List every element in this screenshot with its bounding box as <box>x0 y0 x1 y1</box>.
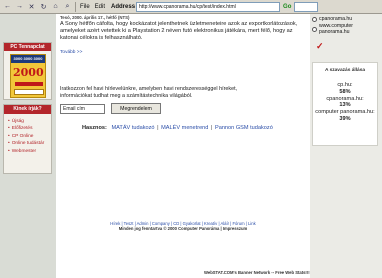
refresh-icon[interactable]: ↻ <box>38 1 49 12</box>
bullet-icon: • <box>8 141 10 147</box>
sidebar-link-list: • Újság • Előfizetés • CP Online • Online tu… <box>4 114 51 155</box>
sidebar-link-label: Webmester <box>11 148 37 154</box>
links-box: Kinek írják? • Újság • Előfizetés • CP Onli… <box>3 104 52 174</box>
link-separator: | <box>157 125 159 131</box>
cover-stripe <box>15 82 43 86</box>
copyright-text: Minden jog fenntartva © 2000 Computer Pa… <box>118 226 248 231</box>
useful-link[interactable]: Pannon GSM tudakozó <box>215 125 273 131</box>
bullet-icon: • <box>8 148 10 154</box>
radio-button[interactable] <box>312 16 317 22</box>
poll-option-label: www.computer panorama.hu <box>319 23 354 35</box>
poll-options: cpanorama.hu www.computer panorama.hu <box>312 16 378 36</box>
link-separator: | <box>210 125 213 131</box>
magazine-cover-image[interactable]: 3000 3000 3000 2000 <box>10 54 46 98</box>
forward-arrow-icon[interactable]: → <box>14 1 25 12</box>
magazine-box-title: PC Tennapclat <box>4 43 51 51</box>
newsletter-text: Iratkozzon fel havi hírlevelünkre, amely… <box>60 86 238 99</box>
back-arrow-icon[interactable]: ← <box>2 1 13 12</box>
result-label: cpanorama.hu: <box>326 95 364 102</box>
magazine-box: PC Tennapclat 3000 3000 3000 2000 <box>3 42 52 100</box>
address-label: Address <box>111 3 136 10</box>
cover-header: 3000 3000 3000 <box>11 55 45 63</box>
result-label: cp.hu: <box>337 82 353 88</box>
sidebar-link[interactable]: • Újság <box>8 118 51 125</box>
checkmark-icon: ✓ <box>316 41 324 51</box>
useful-link[interactable]: MATÁV tudakozó <box>111 125 154 131</box>
poll-option[interactable]: www.computer panorama.hu <box>312 23 378 35</box>
home-icon[interactable]: ⌂ <box>50 1 61 12</box>
article-date: Tesó, 2000. április 17., hétfő (NTS) <box>60 15 130 20</box>
sidebar-link[interactable]: • Webmester <box>8 148 51 155</box>
toolbar-divider <box>75 1 76 12</box>
poll-option-label: cpanorama.hu <box>319 16 353 22</box>
poll-results: A szavazás állása cp.hu: 58% cpanorama.h… <box>312 62 378 146</box>
links-box-title: Kinek írják? <box>4 105 51 114</box>
result-value: 58% <box>339 88 351 95</box>
right-sidebar <box>310 14 382 278</box>
sidebar-link-label: Előfizetés <box>11 126 33 132</box>
useful-link[interactable]: MALÉV menetrend <box>161 125 208 131</box>
radio-button[interactable] <box>312 26 317 32</box>
read-more-link[interactable]: Tovább >> <box>60 50 82 55</box>
sidebar-link-label: CP Online <box>11 133 34 139</box>
result-value: 39% <box>339 115 351 122</box>
email-field[interactable]: Email cím <box>60 104 105 114</box>
article-text: A Sony hétfőn cáfolta, hogy kockázatot j… <box>60 21 298 42</box>
sidebar-link[interactable]: • Online tudástár <box>8 140 51 147</box>
sidebar-link[interactable]: • CP Online <box>8 133 51 140</box>
bullet-icon: • <box>8 126 10 132</box>
useful-label: Hasznos: <box>82 125 107 131</box>
edit-menu[interactable]: Edit <box>93 4 107 10</box>
poll-option[interactable]: cpanorama.hu <box>312 16 378 22</box>
result-label: computer panorama.hu: <box>315 109 375 116</box>
sidebar-link-label: Újság <box>11 119 24 124</box>
browser-toolbar: ← → ✕ ↻ ⌂ ⌕ File Edit Address http://www… <box>0 0 382 14</box>
sidebar-link[interactable]: • Előfizetés <box>8 125 51 132</box>
banner-network-link[interactable]: WebSTAT.COM's Banner Network -- Free Web… <box>204 270 310 275</box>
useful-links: Hasznos: MATÁV tudakozó | MALÉV menetren… <box>82 125 273 131</box>
file-menu[interactable]: File <box>78 4 92 10</box>
go-button[interactable]: Go <box>283 4 291 10</box>
sidebar-link-label: Online tudástár <box>11 141 45 147</box>
subscribe-button[interactable]: Megrendelem <box>111 103 161 114</box>
cover-footer-block <box>14 89 44 95</box>
stop-icon[interactable]: ✕ <box>26 1 37 12</box>
search-icon[interactable]: ⌕ <box>62 1 73 12</box>
toolbar-search-input[interactable] <box>294 1 319 12</box>
result-value: 13% <box>339 102 351 109</box>
cover-title: 2000 <box>13 66 44 79</box>
bullet-icon: • <box>8 133 10 139</box>
address-bar[interactable]: http://www.cpanorama.hu/cp/test/index.ht… <box>136 1 281 12</box>
bullet-icon: • <box>8 119 10 124</box>
